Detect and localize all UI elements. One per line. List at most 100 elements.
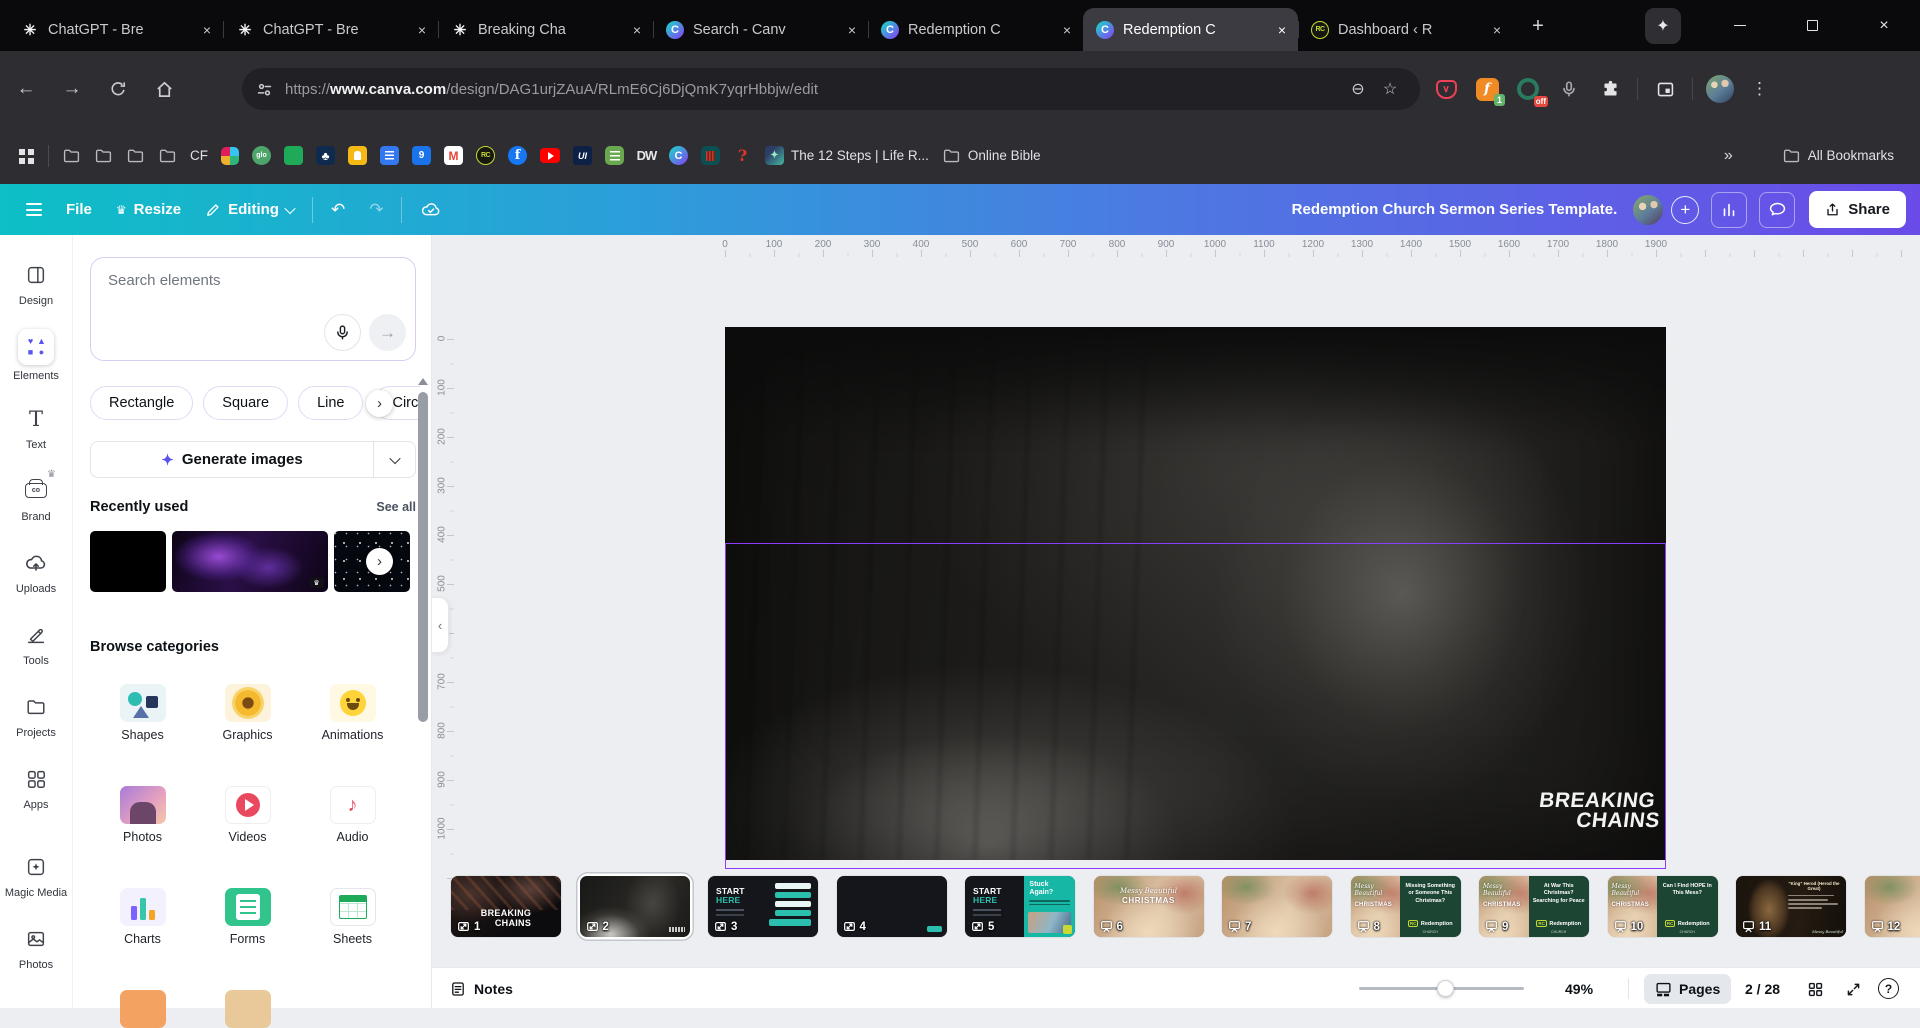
category-charts[interactable]: Charts	[90, 888, 195, 946]
forward-button[interactable]: →	[52, 69, 92, 109]
sidebar-item-apps[interactable]: Apps	[0, 751, 72, 823]
bookmark-item[interactable]	[126, 146, 145, 165]
zoom-slider-thumb[interactable]	[1437, 980, 1454, 997]
generate-images-dropdown[interactable]	[373, 442, 415, 477]
category-tables[interactable]	[195, 990, 300, 1028]
page-thumbnail-9[interactable]: Messy BeautifulCHRISTMASAt War This Chri…	[1479, 876, 1589, 937]
file-menu-button[interactable]: File	[54, 192, 104, 228]
filter-chip-rectangle[interactable]: Rectangle	[90, 386, 193, 420]
search-elements-input[interactable]: Search elements →	[90, 257, 416, 361]
bookmark-item[interactable]: ♣	[316, 146, 335, 165]
bookmark-item[interactable]	[380, 146, 399, 165]
sidebar-item-projects[interactable]: Projects	[0, 679, 72, 751]
search-submit-button[interactable]: →	[369, 314, 406, 351]
design-title[interactable]: Redemption Church Sermon Series Template…	[1292, 201, 1618, 218]
sidebar-item-elements[interactable]: ♥▲■●Elements	[0, 319, 72, 391]
bookmark-item[interactable]	[605, 146, 624, 165]
sidebar-item-design[interactable]: Design	[0, 247, 72, 319]
filter-chip-line[interactable]: Line	[298, 386, 363, 420]
recent-element-nebula[interactable]: ♛	[172, 531, 328, 592]
page-thumbnail-1[interactable]: BREAKINGCHAINS1	[451, 876, 561, 937]
bookmark-item[interactable]	[284, 146, 303, 165]
sidebar-item-magic[interactable]: Magic Media	[0, 839, 72, 911]
bookmark-star-icon[interactable]: ☆	[1374, 73, 1406, 105]
close-button[interactable]: ×	[1848, 0, 1920, 51]
chips-scroll-right-button[interactable]: ›	[366, 390, 393, 417]
browser-tab[interactable]: CSearch - Canv×	[653, 8, 868, 51]
notes-button[interactable]: Notes	[450, 968, 513, 1008]
page-thumbnail-7[interactable]: 7	[1222, 876, 1332, 937]
browser-tab[interactable]: ✳ChatGPT - Bre×	[8, 8, 223, 51]
page-thumbnail-10[interactable]: Messy BeautifulCHRISTMASCan I Find HOPE …	[1608, 876, 1718, 937]
browser-tab[interactable]: ✳ChatGPT - Bre×	[223, 8, 438, 51]
sidebar-item-photos[interactable]: Photos	[0, 911, 72, 983]
generate-images-button[interactable]: ✦Generate images	[90, 441, 416, 478]
bookmark-item[interactable]	[540, 148, 560, 163]
filter-chip-square[interactable]: Square	[203, 386, 288, 420]
reload-button[interactable]	[98, 69, 138, 109]
tab-close-icon[interactable]: ×	[1491, 22, 1503, 38]
bookmark-item[interactable]	[94, 146, 113, 165]
sidebar-item-uploads[interactable]: Uploads	[0, 535, 72, 607]
browser-assistant-icon[interactable]: ✦	[1645, 8, 1681, 44]
pocket-extension-icon[interactable]: ∨	[1432, 75, 1460, 103]
translate-extension-icon[interactable]: f1	[1473, 75, 1501, 103]
bookmark-item[interactable]	[348, 146, 367, 165]
zoom-percentage[interactable]: 49%	[1565, 968, 1593, 1008]
page-thumbnail-12[interactable]: 12	[1865, 876, 1920, 937]
page-thumbnail-8[interactable]: Messy BeautifulCHRISTMASMissing Somethin…	[1351, 876, 1461, 937]
page-thumbnail-11[interactable]: "King" Herod (Herod the Great)Messy Beau…	[1736, 876, 1846, 937]
sidebar-item-tools[interactable]: Tools	[0, 607, 72, 679]
fullscreen-button[interactable]	[1840, 976, 1866, 1002]
bookmark-item[interactable]: CF	[190, 148, 208, 163]
browser-profile-avatar[interactable]	[1706, 75, 1734, 103]
panel-collapse-handle[interactable]: ‹	[432, 597, 449, 653]
blocker-extension-icon[interactable]: off	[1514, 75, 1542, 103]
browser-tab[interactable]: CRedemption C×	[868, 8, 1083, 51]
sidebar-item-text[interactable]: TText	[0, 391, 72, 463]
collaborator-avatar[interactable]	[1633, 195, 1663, 225]
minimize-button[interactable]	[1704, 0, 1776, 51]
maximize-button[interactable]	[1776, 0, 1848, 51]
bookmark-item[interactable]: M	[444, 146, 463, 165]
recent-scroll-right-button[interactable]: ›	[366, 548, 393, 575]
sidebar-item-brand[interactable]: ♛coBrand	[0, 463, 72, 535]
redo-button[interactable]: ↷	[357, 192, 395, 228]
bookmarks-overflow-icon[interactable]: »	[1724, 147, 1733, 165]
invite-member-button[interactable]: +	[1671, 196, 1699, 224]
tab-close-icon[interactable]: ×	[1276, 22, 1288, 38]
category-graphics[interactable]: Graphics	[195, 684, 300, 742]
microphone-icon[interactable]	[1555, 75, 1583, 103]
editing-mode-button[interactable]: Editing	[193, 192, 306, 228]
tab-close-icon[interactable]: ×	[846, 22, 858, 38]
browser-menu-icon[interactable]: ⋮	[1747, 79, 1772, 99]
bookmark-item[interactable]: DW	[637, 146, 656, 165]
bookmark-item[interactable]: glo	[252, 146, 271, 165]
bookmark-item[interactable]	[701, 146, 720, 165]
see-all-link[interactable]: See all	[376, 500, 416, 514]
category-photos[interactable]: Photos	[90, 786, 195, 844]
category-videos[interactable]: Videos	[195, 786, 300, 844]
tab-close-icon[interactable]: ×	[631, 22, 643, 38]
bookmark-item[interactable]	[221, 147, 239, 165]
tab-close-icon[interactable]: ×	[201, 22, 213, 38]
bookmark-item[interactable]	[16, 146, 35, 165]
browser-tab[interactable]: RCDashboard ‹ R×	[1298, 8, 1513, 51]
category-frames[interactable]	[90, 990, 195, 1028]
tab-close-icon[interactable]: ×	[416, 22, 428, 38]
browser-tab[interactable]: ✳Breaking Cha×	[438, 8, 653, 51]
page-thumbnail-5[interactable]: STARTHEREStuck Again?5	[965, 876, 1075, 937]
page-thumbnail-3[interactable]: STARTHERE3	[708, 876, 818, 937]
bookmark-item[interactable]: All Bookmarks	[1782, 146, 1894, 165]
extensions-puzzle-icon[interactable]	[1596, 75, 1624, 103]
home-button[interactable]	[144, 69, 184, 109]
zoom-out-icon[interactable]: ⊖	[1342, 73, 1374, 105]
back-button[interactable]: ←	[6, 69, 46, 109]
recent-element-black[interactable]	[90, 531, 166, 592]
bookmark-item[interactable]: C	[669, 146, 688, 165]
bookmark-item[interactable]: 9	[412, 146, 431, 165]
address-bar[interactable]: https://www.canva.com/design/DAG1urjZAuA…	[242, 68, 1420, 110]
bookmark-item[interactable]: f	[508, 146, 527, 165]
category-shapes[interactable]: Shapes	[90, 684, 195, 742]
bookmark-item[interactable]	[158, 146, 177, 165]
